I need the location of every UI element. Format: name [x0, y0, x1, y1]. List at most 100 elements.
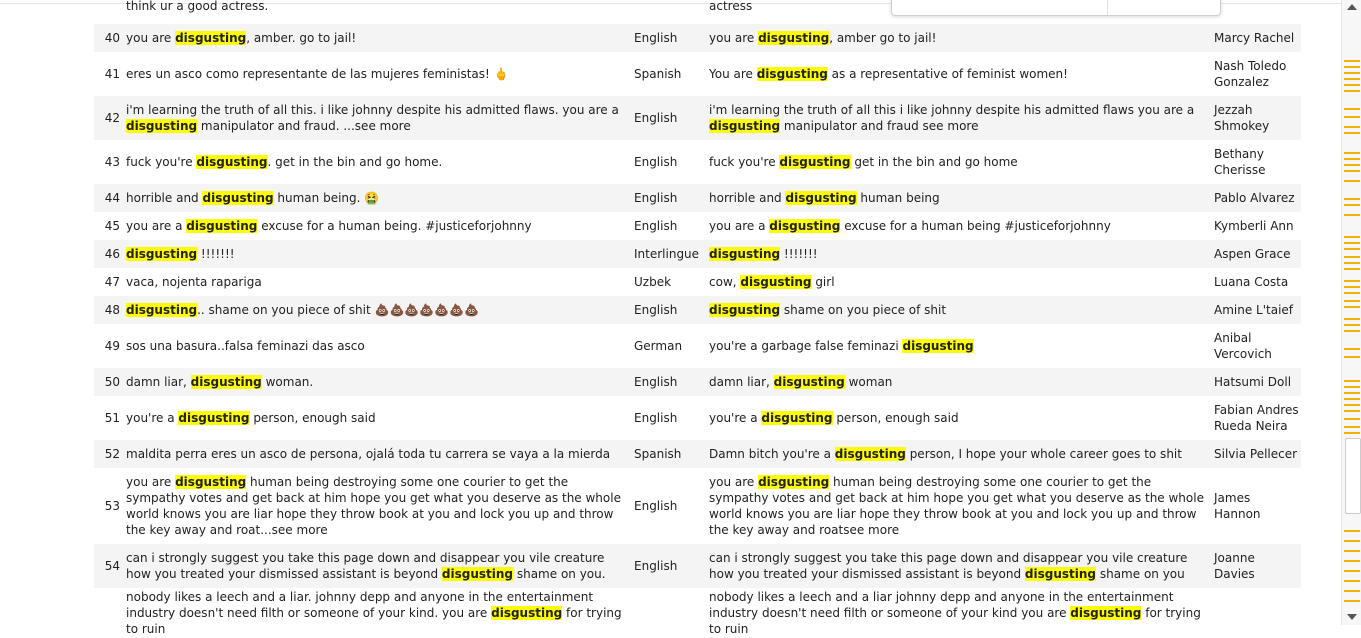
search-match-marker: [1344, 72, 1360, 74]
search-match-marker: [1344, 386, 1360, 388]
original-comment: sos una basura..falsa feminazi das asco: [126, 324, 628, 368]
text-segment: damn liar,: [126, 375, 191, 389]
highlight-keyword: disgusting: [785, 191, 857, 205]
text-segment: you are: [709, 31, 759, 45]
search-match-marker: [1344, 540, 1360, 542]
search-match-marker: [1344, 170, 1360, 172]
search-match-marker: [1344, 580, 1360, 582]
search-match-marker: [1344, 66, 1360, 68]
highlight-keyword: disgusting: [186, 219, 258, 233]
text-segment: excuse for a human being. #justiceforjoh…: [257, 219, 532, 233]
translated-comment-text: actress: [709, 0, 752, 14]
original-comment: you are a disgusting excuse for a human …: [126, 212, 628, 240]
row-number: 40: [104, 31, 120, 45]
original-comment-text: sos una basura..falsa feminazi das asco: [126, 338, 365, 354]
text-segment: cow,: [709, 275, 741, 289]
detected-language: English: [634, 499, 678, 513]
original-comment-text: horrible and disgusting human being. 🤮: [126, 190, 379, 206]
original-comment-text: i'm learning the truth of all this. i li…: [126, 102, 628, 134]
original-comment: disgusting !!!!!!!: [126, 240, 628, 268]
text-segment: !!!!!!!: [780, 247, 818, 261]
table-row: 45 you are a disgusting excuse for a huma…: [94, 212, 1301, 240]
table-row: 50 damn liar, disgusting woman. English dam…: [94, 368, 1301, 396]
translated-comment: cow, disgusting girl: [709, 268, 1204, 296]
table-row: 46 disgusting !!!!!!! Interlingue disgustin…: [94, 240, 1301, 268]
translated-comment-text: you're a garbage false feminazi disgusti…: [709, 338, 974, 354]
text-segment: manipulator and fraud. ...see more: [197, 119, 411, 133]
text-segment: You are: [709, 67, 757, 81]
original-comment-text: vaca, nojenta rapariga: [126, 274, 262, 290]
commenter-name: Anibal Vercovich: [1214, 331, 1272, 361]
highlight-keyword: disgusting: [126, 303, 198, 317]
text-segment: you are a: [709, 219, 770, 233]
row-number: 47: [104, 275, 120, 289]
commenter-name: Hatsumi Doll: [1214, 375, 1292, 389]
highlight-keyword: disgusting: [1070, 606, 1142, 620]
search-match-marker: [1344, 268, 1360, 270]
original-comment: can i strongly suggest you take this pag…: [126, 544, 628, 588]
translated-comment-text: you're a disgusting person, enough said: [709, 410, 959, 426]
text-segment: woman.: [261, 375, 314, 389]
commenter-name: Marcy Rachel: [1214, 31, 1295, 45]
vertical-scrollbar[interactable]: [1341, 0, 1361, 625]
highlight-keyword: disgusting: [196, 155, 268, 169]
search-match-marker: [1344, 318, 1360, 320]
search-match-marker: [1344, 380, 1360, 382]
detected-language: English: [634, 191, 678, 205]
original-comment-text: disgusting.. shame on you piece of shit …: [126, 302, 479, 318]
text-segment: person, I hope your whole career goes to…: [905, 447, 1182, 461]
scroll-thumb[interactable]: [1345, 438, 1361, 514]
scroll-up-arrow-icon[interactable]: [1347, 4, 1357, 10]
text-segment: damn liar,: [709, 375, 774, 389]
search-match-marker: [1344, 292, 1360, 294]
search-match-marker: [1344, 356, 1360, 358]
detected-language: English: [634, 31, 678, 45]
search-match-marker: [1344, 398, 1360, 400]
search-match-marker: [1344, 78, 1360, 80]
translated-comment: fuck you're disgusting get in the bin an…: [709, 140, 1204, 184]
text-segment: you are a: [126, 219, 187, 233]
table-row: 41 eres un asco como representante de las…: [94, 52, 1301, 96]
text-segment: person, enough said: [249, 411, 376, 425]
translated-comment-text: nobody likes a leech and a liar johnny d…: [709, 589, 1204, 637]
highlight-keyword: disgusting: [709, 247, 781, 261]
search-match-marker: [1344, 236, 1360, 238]
translated-comment: Damn bitch you're a disgusting person, I…: [709, 440, 1204, 468]
search-match-marker: [1344, 280, 1360, 282]
table-row: 51 you're a disgusting person, enough sai…: [94, 396, 1301, 440]
highlight-keyword: disgusting: [758, 475, 830, 489]
search-match-marker: [1344, 108, 1360, 110]
table-row: 52 maldita perra eres un asco de persona,…: [94, 440, 1301, 468]
dropdown-popup[interactable]: [891, 0, 1221, 16]
highlight-keyword: disgusting: [902, 339, 974, 353]
commenter-name: Kymberli Ann: [1214, 219, 1294, 233]
original-comment: fuck you're disgusting. get in the bin a…: [126, 140, 628, 184]
detected-language: English: [634, 411, 678, 425]
original-comment-text: you are a disgusting excuse for a human …: [126, 218, 532, 234]
translated-comment-text: You are disgusting as a representative o…: [709, 66, 1068, 82]
detected-language: English: [634, 155, 678, 169]
search-match-marker: [1344, 90, 1360, 92]
translated-comment-text: can i strongly suggest you take this pag…: [709, 550, 1204, 582]
translated-comment: damn liar, disgusting woman: [709, 368, 1204, 396]
search-match-marker: [1344, 116, 1360, 118]
search-match-marker: [1344, 404, 1360, 406]
translated-comment-text: you are disgusting human being destroyin…: [709, 474, 1204, 538]
original-comment: damn liar, disgusting woman.: [126, 368, 628, 396]
original-comment: vaca, nojenta rapariga: [126, 268, 628, 296]
detected-language: German: [634, 339, 683, 353]
table-row: 47 vaca, nojenta rapariga Uzbek cow, disgus…: [94, 268, 1301, 296]
text-segment: woman: [844, 375, 893, 389]
search-match-marker: [1344, 242, 1360, 244]
highlight-keyword: disgusting: [441, 567, 514, 581]
scroll-down-arrow-icon[interactable]: [1347, 614, 1357, 620]
highlight-keyword: disgusting: [178, 411, 250, 425]
text-segment: you're a: [709, 411, 762, 425]
row-number: 42: [104, 111, 120, 125]
table-row: 43 fuck you're disgusting. get in the bin…: [94, 140, 1301, 184]
translated-comment: nobody likes a leech and a liar johnny d…: [709, 588, 1204, 638]
search-match-marker: [1344, 248, 1360, 250]
translated-comment-text: disgusting shame on you piece of shit: [709, 302, 946, 318]
text-segment: you are: [126, 31, 176, 45]
text-segment: girl: [811, 275, 835, 289]
